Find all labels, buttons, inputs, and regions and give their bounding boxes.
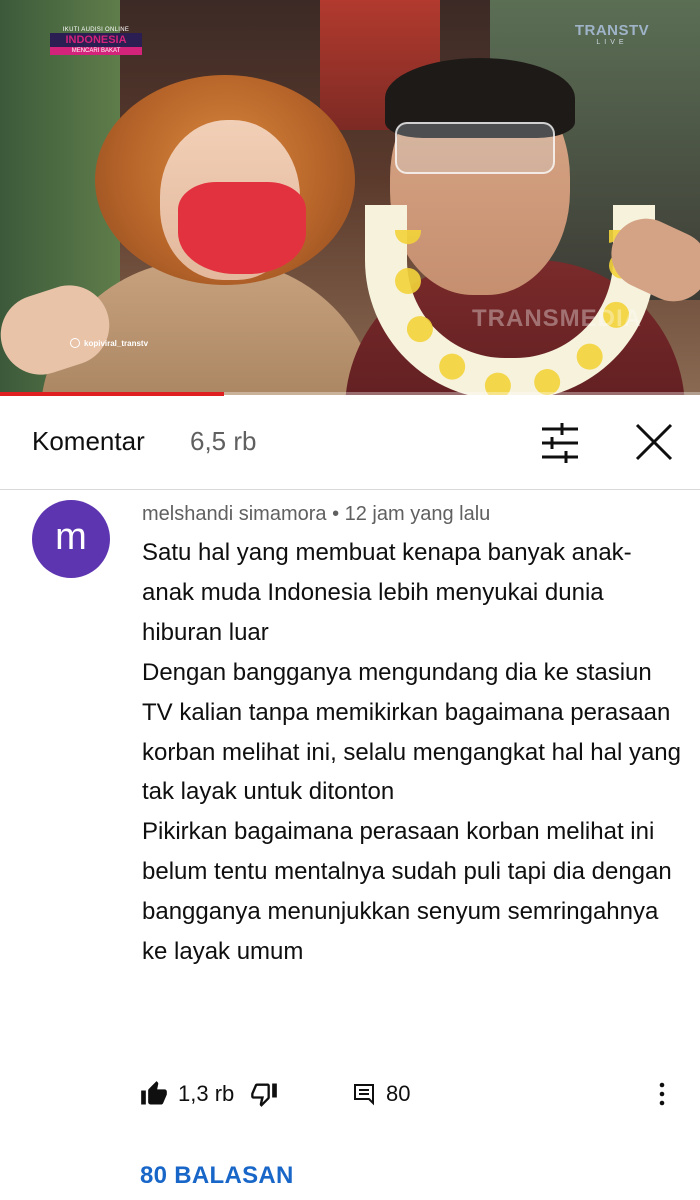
- avatar[interactable]: m: [32, 500, 110, 578]
- watermark: TRANSMEDIA: [472, 305, 642, 332]
- thumbs-up-icon: [141, 1081, 167, 1105]
- instagram-icon: [70, 338, 80, 348]
- comment-icon: [354, 1084, 374, 1106]
- channel-logo: TRANSTV LIVE: [562, 22, 662, 46]
- sliders-icon: [542, 423, 578, 463]
- show-logo-line: MENCARI BAKAT: [50, 47, 142, 55]
- face-shield: [395, 122, 555, 174]
- more-options-button[interactable]: [650, 1074, 674, 1114]
- reply-button[interactable]: 80: [352, 1074, 410, 1114]
- show-logo-line: INDONESIA: [50, 33, 142, 47]
- sort-button[interactable]: [536, 420, 584, 466]
- channel-brand: TRANSTV: [574, 22, 650, 39]
- like-button[interactable]: 1,3 rb: [140, 1074, 234, 1114]
- face-mask: [178, 182, 306, 274]
- like-count: 1,3 rb: [178, 1081, 235, 1106]
- reply-count: 80: [386, 1081, 411, 1106]
- comments-title: Komentar: [32, 426, 145, 456]
- comments-count: 6,5 rb: [190, 426, 257, 456]
- video-player[interactable]: IKUTI AUDISI ONLINE INDONESIA MENCARI BA…: [0, 0, 700, 395]
- show-logo-line: IKUTI AUDISI ONLINE: [62, 27, 130, 33]
- comment-author-meta: melshandi simamora • 12 jam yang lalu: [142, 503, 491, 525]
- dislike-button[interactable]: [250, 1074, 278, 1114]
- instagram-tag: kopiviral_transtv: [70, 338, 148, 348]
- close-button[interactable]: [630, 418, 678, 466]
- thumbs-down-icon: [251, 1083, 277, 1107]
- close-icon: [635, 423, 673, 461]
- comment-actions: 1,3 rb 80: [140, 1074, 685, 1114]
- instagram-handle: kopiviral_transtv: [84, 338, 149, 348]
- more-vert-icon: [659, 1082, 665, 1106]
- live-label: LIVE: [596, 39, 628, 46]
- comments-header: Komentar 6,5 rb: [0, 396, 700, 490]
- comment-text: Satu hal yang membuat kenapa banyak anak…: [142, 539, 682, 966]
- show-logo: IKUTI AUDISI ONLINE INDONESIA MENCARI BA…: [50, 27, 142, 55]
- view-replies-link[interactable]: 80 BALASAN: [140, 1162, 294, 1190]
